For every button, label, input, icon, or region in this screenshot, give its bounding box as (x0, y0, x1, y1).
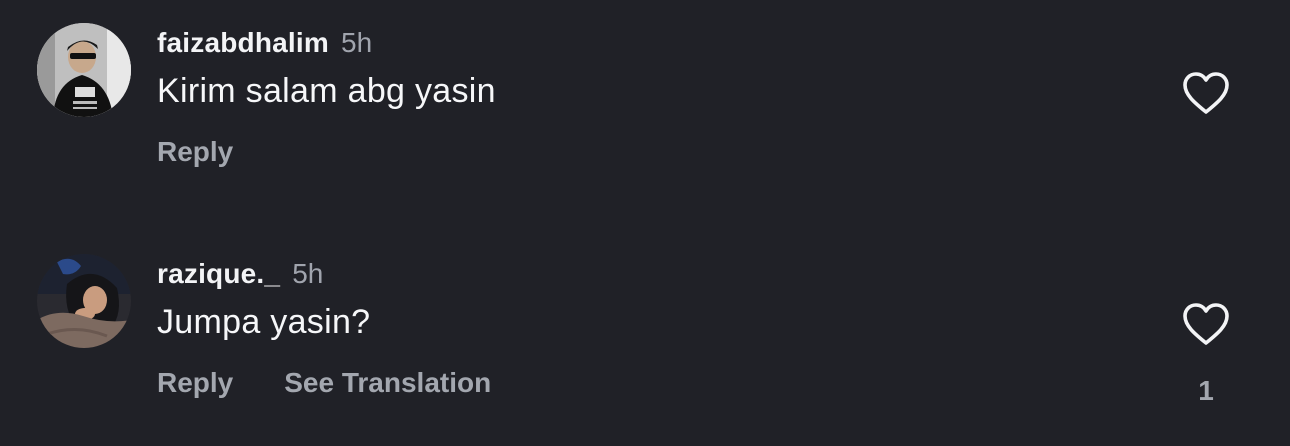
heart-outline-icon (1183, 72, 1229, 114)
comment-actions: Reply (157, 136, 233, 168)
comment-text: Kirim salam abg yasin (157, 72, 496, 110)
timestamp: 5h (341, 27, 373, 58)
like-button[interactable] (1181, 301, 1231, 347)
comment-header: faizabdhalim 5h (157, 27, 372, 61)
user-avatar-icon (37, 23, 131, 117)
like-button[interactable] (1181, 70, 1231, 116)
like-count: 1 (1198, 375, 1214, 406)
comment-header: razique._ 5h (157, 258, 323, 292)
username[interactable]: faizabdhalim (157, 27, 329, 59)
reply-button[interactable]: Reply (157, 136, 233, 168)
comment-text: Jumpa yasin? (157, 303, 371, 341)
comment-item: razique._ 5h Jumpa yasin? Reply See Tran… (0, 231, 1290, 431)
avatar[interactable] (37, 23, 131, 117)
avatar[interactable] (37, 254, 131, 348)
comment-actions: Reply See Translation (157, 367, 491, 399)
timestamp: 5h (292, 258, 324, 289)
comment-item: faizabdhalim 5h Kirim salam abg yasin Re… (0, 0, 1290, 200)
username[interactable]: razique._ (157, 258, 280, 290)
user-avatar-icon (37, 254, 131, 348)
reply-button[interactable]: Reply (157, 367, 233, 399)
see-translation-button[interactable]: See Translation (284, 367, 491, 399)
heart-outline-icon (1183, 303, 1229, 345)
